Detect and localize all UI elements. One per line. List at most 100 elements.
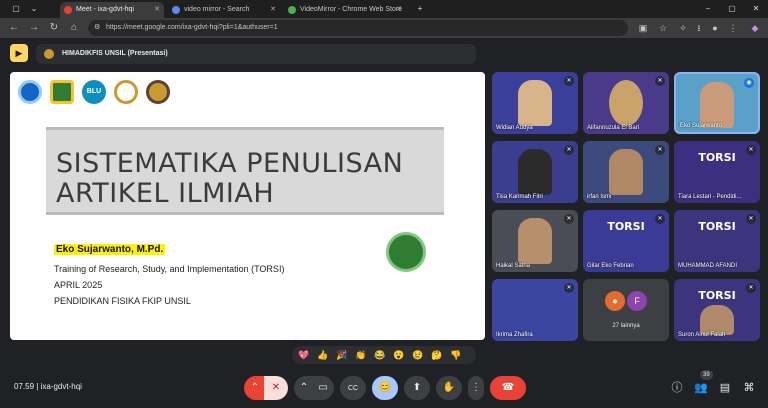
- camera-options-button[interactable]: ⌃: [294, 376, 314, 400]
- new-tab-button[interactable]: +: [410, 0, 430, 18]
- participant-avatar: ●: [605, 291, 625, 311]
- menu-dots-icon[interactable]: ⋮: [726, 21, 740, 35]
- reaction-sad-button[interactable]: 😢: [412, 349, 424, 361]
- mic-off-icon: ✕: [564, 283, 574, 293]
- torsi-banner: TORSI: [698, 289, 736, 302]
- downloads-icon[interactable]: ⭳: [692, 21, 706, 35]
- close-tab-icon[interactable]: ✕: [154, 2, 160, 18]
- activities-icon[interactable]: ⌘: [740, 379, 758, 397]
- participant-tile[interactable]: ◉ Eko Sujarwanto: [674, 72, 760, 134]
- reaction-laugh-button[interactable]: 😂: [374, 349, 386, 361]
- more-options-button[interactable]: ⋮: [468, 376, 484, 400]
- participant-count-badge: 39: [700, 370, 713, 380]
- bookmark-star-icon[interactable]: ☆: [656, 21, 670, 35]
- participant-tile[interactable]: ✕ Ikrima Zhafira: [492, 279, 578, 341]
- reaction-bar: 💖 👍 🎉 👏 😂 😮 😢 🤔 👎: [292, 346, 476, 364]
- tab-search[interactable]: video mirror - Search ✕: [168, 2, 280, 18]
- slide-author: Eko Sujarwanto, M.Pd.: [54, 244, 166, 255]
- torsi-banner: TORSI: [698, 220, 736, 233]
- ministry-logo-icon: [50, 80, 74, 104]
- speaking-icon: ◉: [744, 78, 754, 88]
- participant-tile[interactable]: ✕ Tisa Karimah Fitri: [492, 141, 578, 203]
- participant-tile[interactable]: TORSI ✕ Tiara Lestari - Pendidi...: [674, 141, 760, 203]
- raise-hand-button[interactable]: ✋: [436, 376, 462, 400]
- tab-webstore[interactable]: VideoMirror - Chrome Web Store ✕: [284, 2, 406, 18]
- back-arrow-icon[interactable]: ←: [6, 20, 22, 36]
- meeting-details-icon[interactable]: ⓘ: [668, 379, 686, 397]
- participant-video: [700, 82, 734, 128]
- tab-meet[interactable]: Meet - ixa-gdvt-hqi ✕: [60, 2, 164, 18]
- more-participants-tile[interactable]: ● F 27 lainnya: [583, 279, 669, 341]
- presentation-slide: BLU SISTEMATIKA PENULISAN ARTIKEL ILMIAH…: [10, 72, 485, 340]
- reaction-thinking-button[interactable]: 🤔: [431, 349, 443, 361]
- reaction-heart-button[interactable]: 💖: [298, 349, 310, 361]
- profile-avatar-icon[interactable]: ●: [708, 21, 722, 35]
- himpunan-logo-icon: [146, 80, 170, 104]
- reaction-party-button[interactable]: 🎉: [336, 349, 348, 361]
- end-call-icon: ☎: [501, 382, 515, 393]
- reaction-thumbs-down-button[interactable]: 👎: [450, 349, 462, 361]
- participant-tile[interactable]: ✕ Widian Audya: [492, 72, 578, 134]
- minimize-button[interactable]: –: [698, 0, 718, 18]
- participant-name: Ikrima Zhafira: [496, 332, 533, 338]
- camera-icon: ▭: [318, 382, 328, 393]
- maximize-button[interactable]: ▢: [722, 0, 742, 18]
- participant-tile[interactable]: ✕ Haikal Satria: [492, 210, 578, 272]
- copilot-icon[interactable]: ◆: [748, 21, 762, 35]
- tab-title: VideoMirror - Chrome Web Store: [300, 6, 403, 13]
- torsi-banner: TORSI: [607, 220, 645, 233]
- presenter-label: HIMADIKFIS UNSIL (Presentasi): [62, 50, 168, 57]
- participant-name: Tisa Karimah Fitri: [496, 194, 543, 200]
- torsi-banner: TORSI: [698, 151, 736, 164]
- participant-video: [609, 80, 643, 126]
- camera-permission-icon[interactable]: ▣: [636, 21, 650, 35]
- participant-name: Gilar Eko Febrian: [587, 263, 634, 269]
- extensions-icon[interactable]: ✧: [676, 21, 690, 35]
- browser-toolbar: ← → ↻ ⌂ ⚙ https://meet.google.com/ixa-gd…: [0, 18, 768, 38]
- tab-search-icon[interactable]: ⌄: [24, 0, 44, 18]
- address-bar[interactable]: ⚙ https://meet.google.com/ixa-gdvt-hqi?p…: [88, 20, 628, 36]
- meeting-info: 07.59 | ixa-gdvt-hqi: [14, 382, 82, 391]
- presenter-pill[interactable]: HIMADIKFIS UNSIL (Presentasi): [36, 44, 476, 64]
- meeting-time: 07.59: [14, 382, 35, 391]
- slide-event: Training of Research, Study, and Impleme…: [54, 264, 285, 274]
- participant-tile[interactable]: ✕ irfan Ismi: [583, 141, 669, 203]
- close-tab-icon[interactable]: ✕: [270, 2, 276, 18]
- participant-tile[interactable]: TORSI ✕ MUHAMMAD AFANDI: [674, 210, 760, 272]
- meeting-code: ixa-gdvt-hqi: [40, 382, 82, 391]
- site-info-icon[interactable]: ⚙: [94, 20, 100, 36]
- emoji-button[interactable]: 😊: [372, 376, 398, 400]
- close-tab-icon[interactable]: ✕: [396, 2, 402, 18]
- participant-video: [518, 218, 552, 264]
- mic-off-icon: ✕: [564, 76, 574, 86]
- slide-date: APRIL 2025: [54, 280, 103, 290]
- forward-arrow-icon[interactable]: →: [26, 20, 42, 36]
- mic-off-icon: ✕: [655, 76, 665, 86]
- participant-name: Tiara Lestari - Pendidi...: [678, 194, 742, 200]
- mic-off-button[interactable]: ✕: [264, 376, 288, 400]
- reload-icon[interactable]: ↻: [46, 20, 62, 36]
- mic-off-icon: ✕: [271, 382, 281, 393]
- participant-tile[interactable]: TORSI ✕ Suron Ainul Falah: [674, 279, 760, 341]
- participant-name: Alifannuzula El Bari: [587, 125, 640, 131]
- participant-tile[interactable]: ✕ Alifannuzula El Bari: [583, 72, 669, 134]
- captions-button[interactable]: CC: [340, 376, 366, 400]
- reaction-surprised-button[interactable]: 😮: [393, 349, 405, 361]
- mic-options-button[interactable]: ⌃: [244, 376, 266, 400]
- profile-menu-icon[interactable]: ▢: [6, 0, 26, 18]
- mic-off-icon: ✕: [655, 145, 665, 155]
- slide-title-line2: ARTIKEL ILMIAH: [56, 178, 275, 209]
- reaction-clap-button[interactable]: 👏: [355, 349, 367, 361]
- participant-name: Suron Ainul Falah: [678, 332, 726, 338]
- participant-tile[interactable]: TORSI ✕ Gilar Eko Febrian: [583, 210, 669, 272]
- close-window-button[interactable]: ✕: [746, 0, 766, 18]
- chat-icon[interactable]: ▤: [716, 379, 734, 397]
- people-icon[interactable]: 👥: [692, 379, 710, 397]
- home-icon[interactable]: ⌂: [66, 20, 82, 36]
- presentation-header: ▶ HIMADIKFIS UNSIL (Presentasi): [0, 38, 768, 70]
- reaction-thumbs-up-button[interactable]: 👍: [317, 349, 329, 361]
- participant-name: MUHAMMAD AFANDI: [678, 263, 738, 269]
- leave-call-button[interactable]: ☎: [490, 376, 526, 400]
- camera-button[interactable]: ▭: [312, 376, 334, 400]
- present-button[interactable]: ⬆: [404, 376, 430, 400]
